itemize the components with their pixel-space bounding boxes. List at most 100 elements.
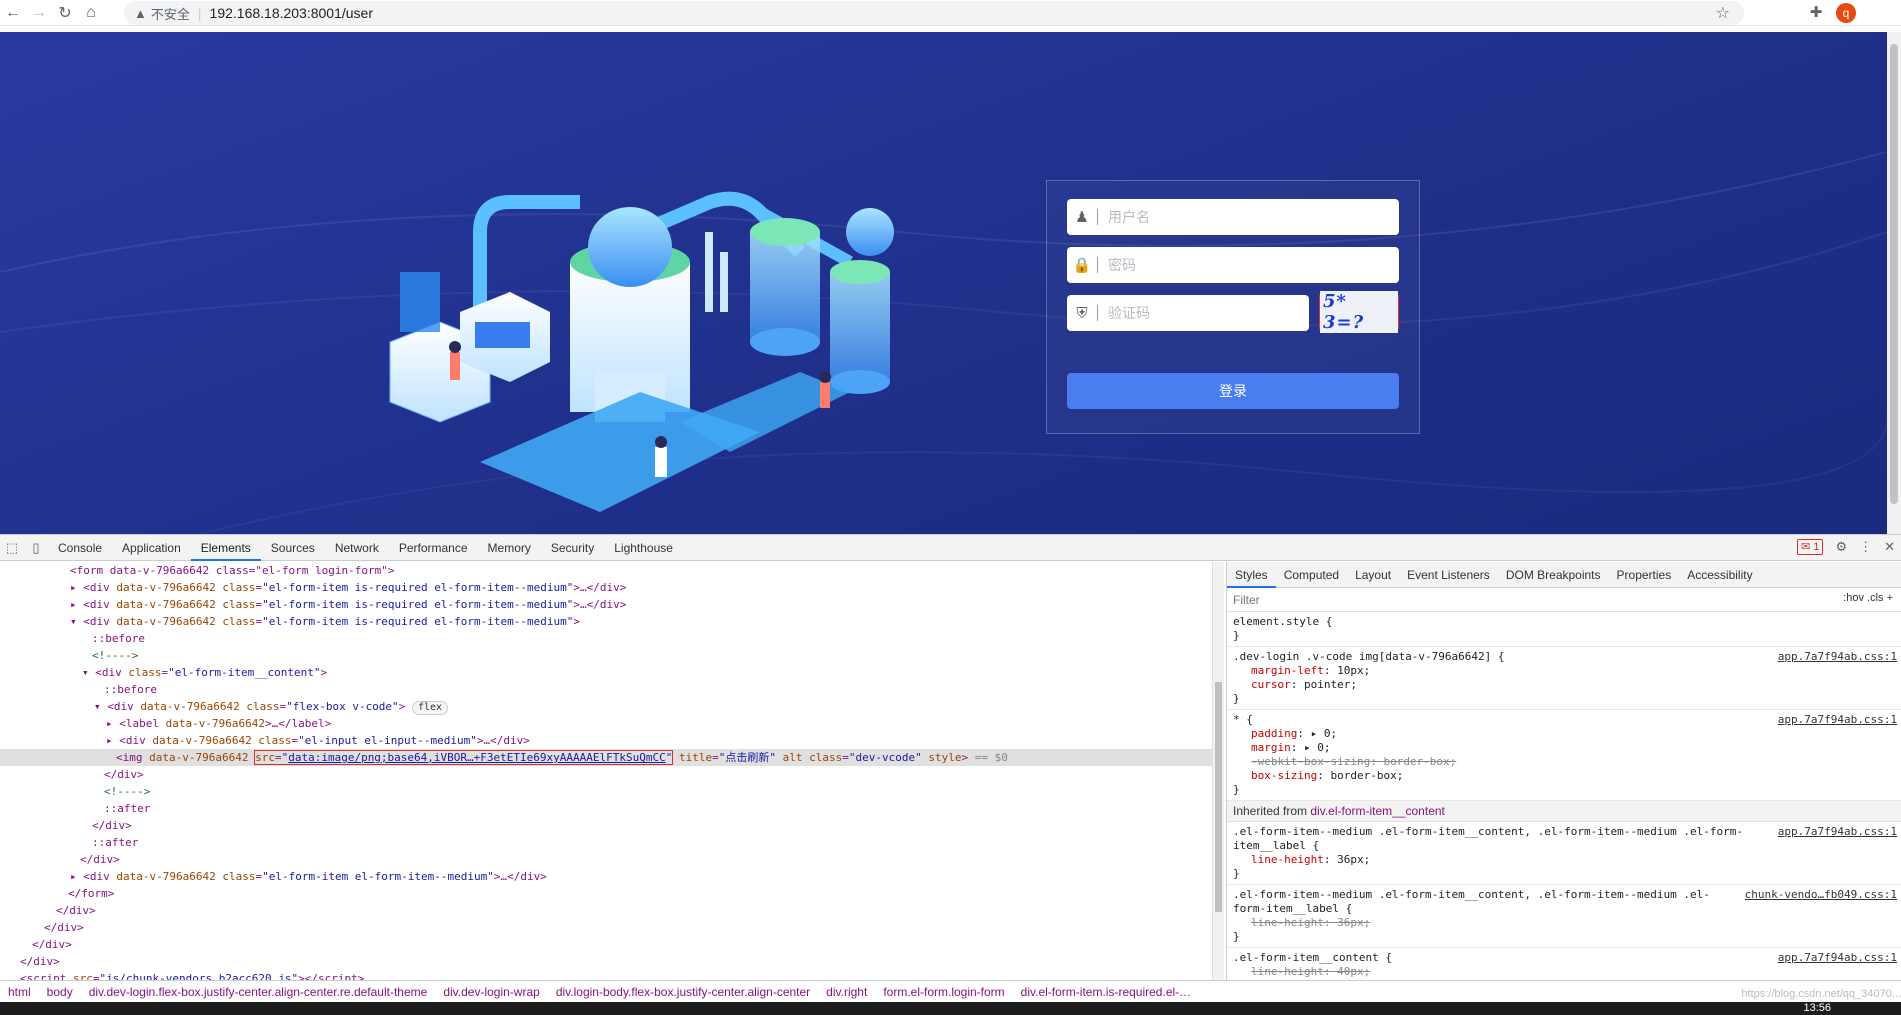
tab-application[interactable]: Application: [112, 535, 191, 561]
tab-event-listeners[interactable]: Event Listeners: [1399, 562, 1498, 588]
tab-computed[interactable]: Computed: [1276, 562, 1347, 588]
style-rule[interactable]: .el-form-item--medium .el-form-item__con…: [1227, 885, 1901, 948]
password-field[interactable]: 🔒: [1067, 247, 1399, 283]
dom-line[interactable]: </div>: [0, 766, 1212, 783]
dom-line[interactable]: </div>: [0, 902, 1212, 919]
shield-icon: ⛨: [1076, 304, 1088, 322]
tab-properties[interactable]: Properties: [1609, 562, 1680, 588]
security-label: 不安全: [150, 6, 190, 22]
device-toolbar-icon[interactable]: ▯: [24, 540, 48, 556]
dom-line[interactable]: ▸ <div data-v-796a6642 class="el-form-it…: [0, 596, 1212, 613]
inspect-icon[interactable]: ⬚: [0, 540, 24, 556]
elements-tree: <form data-v-796a6642 class="el-form log…: [0, 562, 1212, 980]
source-link[interactable]: app.7a7f94ab.css:1: [1778, 650, 1897, 664]
watermark: https://blog.csdn.net/qq_34070...: [1741, 988, 1901, 1000]
dom-line[interactable]: ::after: [0, 800, 1212, 817]
filter-options[interactable]: :hov .cls +: [1843, 592, 1893, 604]
lock-icon: 🔒: [1072, 257, 1092, 274]
vcode-field[interactable]: ⛨: [1067, 295, 1309, 331]
breadcrumb-item[interactable]: div.right: [818, 985, 875, 999]
password-input[interactable]: [1108, 257, 1378, 273]
breadcrumb-item[interactable]: form.el-form.login-form: [875, 985, 1012, 999]
dom-line[interactable]: <script src="js/chunk-vendors.b2acc620.j…: [0, 970, 1212, 980]
inherited-header: Inherited from div.el-form-item__content: [1227, 801, 1901, 822]
warning-icon: ▲: [134, 5, 147, 21]
dom-line[interactable]: ▸ <label data-v-796a6642>…</label>: [0, 715, 1212, 732]
breadcrumb-item[interactable]: div.dev-login-wrap: [435, 985, 548, 999]
styles-filter[interactable]: Filter :hov .cls +: [1227, 588, 1901, 612]
breadcrumb-item[interactable]: div.login-body.flex-box.justify-center.a…: [548, 985, 818, 999]
tab-sources[interactable]: Sources: [261, 535, 325, 561]
dom-line[interactable]: ▾ <div data-v-796a6642 class="flex-box v…: [0, 698, 1212, 715]
captcha-text: 5* 3=?: [1320, 291, 1398, 333]
login-form: ♟ 🔒 ⛨ 5* 3=? 登录: [1046, 180, 1420, 434]
style-rule[interactable]: .el-form-item__content { app.7a7f94ab.cs…: [1227, 948, 1901, 980]
source-link[interactable]: app.7a7f94ab.css:1: [1778, 825, 1897, 839]
address-bar[interactable]: ▲ 不安全 | 192.168.18.203:8001/user ☆: [124, 1, 1744, 25]
reload-icon[interactable]: ↻: [52, 1, 78, 25]
page-scrollbar[interactable]: [1887, 32, 1901, 534]
dom-line[interactable]: ::after: [0, 834, 1212, 851]
tab-elements[interactable]: Elements: [190, 535, 261, 561]
devtools-tabbar: ⬚ ▯ Console Application Elements Sources…: [0, 535, 1901, 561]
dom-breadcrumb: html body div.dev-login.flex-box.justify…: [0, 980, 1901, 1002]
profile-avatar[interactable]: q: [1836, 3, 1856, 23]
tab-styles[interactable]: Styles: [1227, 562, 1276, 588]
home-icon[interactable]: ⌂: [78, 1, 104, 25]
close-devtools-icon[interactable]: ✕: [1884, 539, 1895, 555]
bookmark-star-icon[interactable]: ☆: [1716, 3, 1730, 23]
tab-network[interactable]: Network: [325, 535, 389, 561]
factory-illustration: [389, 191, 894, 512]
tab-accessibility[interactable]: Accessibility: [1679, 562, 1760, 588]
style-rule[interactable]: * { app.7a7f94ab.css:1 padding: ▸ 0; mar…: [1227, 710, 1901, 801]
login-button[interactable]: 登录: [1067, 373, 1399, 409]
dom-line[interactable]: </div>: [0, 953, 1212, 970]
dom-line[interactable]: </div>: [0, 851, 1212, 868]
back-icon[interactable]: ←: [0, 1, 26, 25]
username-field[interactable]: ♟: [1067, 199, 1399, 235]
tab-security[interactable]: Security: [541, 535, 604, 561]
dom-line[interactable]: ::before: [0, 681, 1212, 698]
dom-line[interactable]: <!---->: [0, 647, 1212, 664]
tab-dom-breakpoints[interactable]: DOM Breakpoints: [1498, 562, 1609, 588]
tab-lighthouse[interactable]: Lighthouse: [604, 535, 683, 561]
user-icon: ♟: [1075, 209, 1089, 226]
style-rule[interactable]: element.style {}: [1227, 612, 1901, 647]
dom-line[interactable]: </form>: [0, 885, 1212, 902]
dom-line[interactable]: ▸ <div data-v-796a6642 class="el-input e…: [0, 732, 1212, 749]
dom-line[interactable]: ▸ <div data-v-796a6642 class="el-form-it…: [0, 868, 1212, 885]
dom-line[interactable]: </div>: [0, 936, 1212, 953]
style-rule[interactable]: .dev-login .v-code img[data-v-796a6642] …: [1227, 647, 1901, 710]
breadcrumb-item[interactable]: div.el-form-item.is-required.el-…: [1013, 985, 1199, 999]
style-rule[interactable]: .el-form-item--medium .el-form-item__con…: [1227, 822, 1901, 885]
dom-line[interactable]: </div>: [0, 817, 1212, 834]
tab-memory[interactable]: Memory: [478, 535, 541, 561]
forward-icon[interactable]: →: [26, 1, 52, 25]
dom-line[interactable]: <!---->: [0, 783, 1212, 800]
dom-line[interactable]: ▾ <div class="el-form-item__content">: [0, 664, 1212, 681]
dom-line[interactable]: ▸ <div data-v-796a6642 class="el-form-it…: [0, 579, 1212, 596]
dom-line[interactable]: ::before: [0, 630, 1212, 647]
captcha-image[interactable]: 5* 3=?: [1319, 291, 1399, 333]
clock: 13:56: [1803, 1002, 1831, 1014]
error-count-badge[interactable]: ✉ 1: [1797, 539, 1824, 555]
tab-console[interactable]: Console: [48, 535, 112, 561]
tab-layout[interactable]: Layout: [1347, 562, 1399, 588]
source-link[interactable]: app.7a7f94ab.css:1: [1778, 713, 1897, 727]
username-input[interactable]: [1108, 209, 1378, 225]
tab-performance[interactable]: Performance: [389, 535, 478, 561]
source-link[interactable]: app.7a7f94ab.css:1: [1778, 951, 1897, 965]
extensions-icon[interactable]: ✚: [1806, 3, 1826, 23]
source-link[interactable]: chunk-vendo…fb049.css:1: [1745, 888, 1897, 902]
vcode-input[interactable]: [1108, 305, 1288, 321]
breadcrumb-item[interactable]: body: [39, 985, 81, 999]
breadcrumb-item[interactable]: div.dev-login.flex-box.justify-center.al…: [81, 985, 436, 999]
elements-scrollbar[interactable]: [1212, 562, 1224, 980]
dom-line[interactable]: ▾ <div data-v-796a6642 class="el-form-it…: [0, 613, 1212, 630]
dom-line[interactable]: </div>: [0, 919, 1212, 936]
breadcrumb-item[interactable]: html: [0, 985, 39, 999]
more-options-icon[interactable]: ⋮: [1859, 539, 1872, 555]
dom-line-selected[interactable]: <img data-v-796a6642 src="data:image/png…: [0, 749, 1212, 766]
settings-gear-icon[interactable]: ⚙: [1835, 539, 1847, 555]
dom-line[interactable]: <form data-v-796a6642 class="el-form log…: [0, 562, 1212, 579]
